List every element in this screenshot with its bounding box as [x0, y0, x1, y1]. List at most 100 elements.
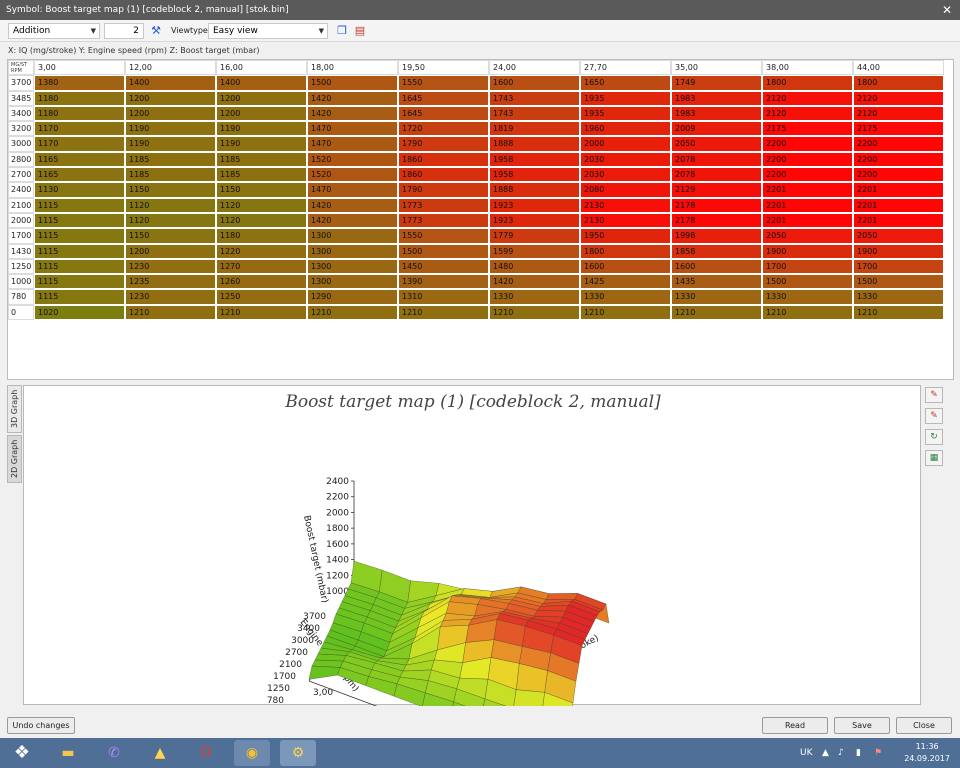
table-cell[interactable]: 1180 [34, 90, 125, 106]
table-cell[interactable]: 1983 [671, 90, 762, 106]
table-cell[interactable]: 2130 [580, 212, 671, 229]
flag-icon[interactable]: ⚑ [874, 738, 882, 768]
table-cell[interactable]: 2000 [580, 136, 671, 152]
table-cell[interactable]: 1260 [216, 274, 307, 290]
table-cell[interactable]: 1185 [216, 167, 307, 183]
network-icon[interactable]: ▮ [856, 738, 861, 768]
table-cell[interactable]: 1425 [580, 274, 671, 290]
table-cell[interactable]: 1520 [307, 167, 398, 183]
table-cell[interactable]: 1790 [398, 182, 489, 198]
table-cell[interactable]: 2200 [853, 167, 944, 183]
table-cell[interactable]: 1190 [216, 121, 307, 137]
table-cell[interactable]: 1860 [398, 167, 489, 183]
table-cell[interactable]: 1935 [580, 90, 671, 106]
close-button[interactable]: Close [896, 717, 952, 734]
table-cell[interactable]: 2200 [853, 136, 944, 152]
table-cell[interactable]: 1290 [307, 289, 398, 305]
table-cell[interactable]: 1520 [307, 151, 398, 168]
rotate-icon[interactable]: ↻ [925, 429, 943, 445]
table-cell[interactable]: 1115 [34, 197, 125, 213]
table-cell[interactable]: 1210 [307, 304, 398, 321]
tab-2d-graph[interactable]: 2D Graph [7, 435, 22, 483]
table-cell[interactable]: 1300 [307, 258, 398, 275]
table-cell[interactable]: 1190 [216, 136, 307, 152]
table-cell[interactable]: 1200 [125, 243, 216, 259]
table-cell[interactable]: 2200 [853, 151, 944, 168]
table-cell[interactable]: 1550 [398, 75, 489, 91]
table-cell[interactable]: 1500 [307, 75, 398, 91]
table-cell[interactable]: 1300 [307, 274, 398, 290]
table-cell[interactable]: 1923 [489, 212, 580, 229]
table-cell[interactable]: 1900 [853, 243, 944, 259]
table-cell[interactable]: 1645 [398, 90, 489, 106]
language-indicator[interactable]: UK [800, 738, 813, 768]
table-cell[interactable]: 1210 [580, 304, 671, 321]
clock[interactable]: 11:36 24.09.2017 [904, 741, 950, 765]
table-cell[interactable]: 1180 [216, 228, 307, 244]
table-cell[interactable]: 1860 [398, 151, 489, 168]
table-cell[interactable]: 1500 [398, 243, 489, 259]
table-cell[interactable]: 1935 [580, 105, 671, 122]
table-cell[interactable]: 2078 [671, 151, 762, 168]
chrome-icon[interactable]: ◉ [234, 740, 270, 766]
table-cell[interactable]: 2030 [580, 151, 671, 168]
table-cell[interactable]: 1958 [489, 151, 580, 168]
zoom-in-icon[interactable]: ✎ [925, 387, 943, 403]
table-cell[interactable]: 1230 [125, 258, 216, 275]
start-icon[interactable]: ❖ [4, 740, 40, 766]
table-cell[interactable]: 1235 [125, 274, 216, 290]
table-cell[interactable]: 1480 [489, 258, 580, 275]
table-cell[interactable]: 1983 [671, 105, 762, 122]
table-cell[interactable]: 1800 [580, 243, 671, 259]
table-cell[interactable]: 2080 [580, 182, 671, 198]
table-cell[interactable]: 1420 [307, 105, 398, 122]
table-cell[interactable]: 1210 [125, 304, 216, 321]
table-cell[interactable]: 1500 [762, 274, 853, 290]
table-cell[interactable]: 1650 [580, 75, 671, 91]
table-cell[interactable]: 1020 [34, 304, 125, 321]
table-cell[interactable]: 1210 [216, 304, 307, 321]
table-cell[interactable]: 1310 [398, 289, 489, 305]
table-cell[interactable]: 1150 [125, 228, 216, 244]
table-cell[interactable]: 1470 [307, 121, 398, 137]
table-cell[interactable]: 1115 [34, 243, 125, 259]
table-cell[interactable]: 2201 [853, 197, 944, 213]
table-cell[interactable]: 1330 [489, 289, 580, 305]
table-cell[interactable]: 1250 [216, 289, 307, 305]
viewtype-select[interactable]: Easy view ▼ [208, 23, 328, 39]
table-cell[interactable]: 1800 [853, 75, 944, 91]
table-cell[interactable]: 1210 [671, 304, 762, 321]
table-cell[interactable]: 1470 [307, 182, 398, 198]
table-cell[interactable]: 1420 [307, 197, 398, 213]
reset-view-icon[interactable]: ▦ [925, 450, 943, 466]
table-cell[interactable]: 2050 [853, 228, 944, 244]
table-cell[interactable]: 1170 [34, 121, 125, 137]
table-cell[interactable]: 2200 [762, 151, 853, 168]
table-cell[interactable]: 2175 [853, 121, 944, 137]
table-cell[interactable]: 1743 [489, 105, 580, 122]
close-icon[interactable]: ✕ [942, 0, 952, 20]
table-cell[interactable]: 1700 [853, 258, 944, 275]
table-cell[interactable]: 1330 [853, 289, 944, 305]
table-cell[interactable]: 1300 [307, 243, 398, 259]
table-cell[interactable]: 2201 [762, 212, 853, 229]
table-cell[interactable]: 1330 [671, 289, 762, 305]
table-cell[interactable]: 1645 [398, 105, 489, 122]
table-cell[interactable]: 1210 [853, 304, 944, 321]
table-cell[interactable]: 1743 [489, 90, 580, 106]
table-cell[interactable]: 1500 [853, 274, 944, 290]
volume-icon[interactable]: ♪ [838, 738, 844, 768]
tray-up-icon[interactable]: ▲ [822, 738, 829, 768]
table-cell[interactable]: 1220 [216, 243, 307, 259]
app-triangle-icon[interactable]: ▲ [142, 740, 178, 766]
table-cell[interactable]: 1180 [34, 105, 125, 122]
table-cell[interactable]: 1400 [216, 75, 307, 91]
table-cell[interactable]: 1773 [398, 212, 489, 229]
table-cell[interactable]: 1470 [307, 136, 398, 152]
table-cell[interactable]: 1599 [489, 243, 580, 259]
table-cell[interactable]: 1420 [489, 274, 580, 290]
table-cell[interactable]: 1200 [125, 90, 216, 106]
table-cell[interactable]: 2175 [762, 121, 853, 137]
table-cell[interactable]: 1150 [125, 182, 216, 198]
table-cell[interactable]: 1420 [307, 212, 398, 229]
